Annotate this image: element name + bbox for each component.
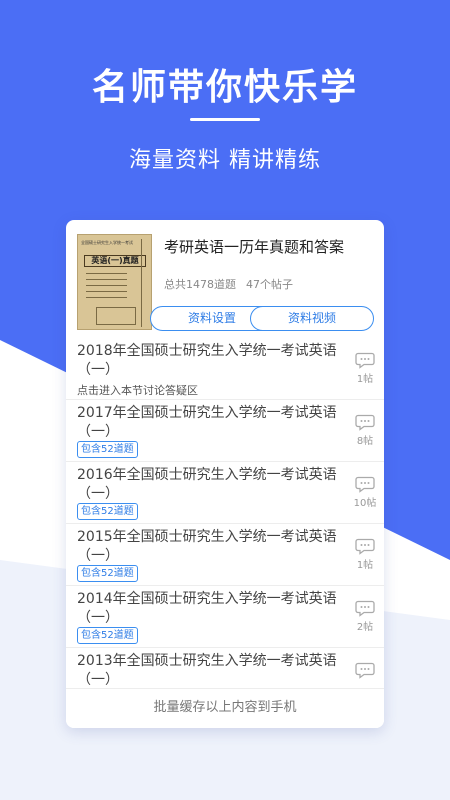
hero-divider [190, 118, 260, 121]
video-button[interactable]: 资料视频 [250, 306, 374, 331]
comment-button[interactable]: 1帖 [352, 538, 378, 571]
comment-icon [355, 352, 375, 369]
book-cover-lines [86, 273, 144, 303]
comment-icon [355, 476, 375, 493]
book-meta: 总共1478道题 47个帖子 [164, 276, 293, 292]
list-item[interactable]: 2016年全国硕士研究生入学统一考试英语（一） 包含52道题 10帖 [66, 462, 384, 524]
batch-cache-button[interactable]: 批量缓存以上内容到手机 [66, 688, 384, 728]
book-cover-top-text: 全国硕士研究生入学统一考试 [81, 240, 133, 245]
book-cover-title: 英语(一)真题 [84, 255, 146, 267]
comment-count: 8帖 [356, 436, 374, 447]
comment-icon [355, 600, 375, 617]
item-title: 2017年全国硕士研究生入学统一考试英语（一） [77, 405, 337, 440]
hero-subline: 海量资料 精讲精练 [129, 148, 321, 173]
list-item[interactable]: 2015年全国硕士研究生入学统一考试英语（一） 包含52道题 1帖 [66, 524, 384, 586]
book-title: 考研英语一历年真题和答案 [164, 238, 345, 256]
item-title: 2013年全国硕士研究生入学统一考试英语（一） [77, 653, 337, 688]
comment-icon [355, 538, 375, 555]
book-cover-spine [141, 239, 149, 327]
item-title: 2016年全国硕士研究生入学统一考试英语（一） [77, 467, 337, 502]
book-header: 全国硕士研究生入学统一考试 英语(一)真题 考研英语一历年真题和答案 总共147… [66, 220, 384, 338]
hero-headline: 名师带你快乐学 [91, 67, 358, 108]
item-hint[interactable]: 点击进入本节讨论答疑区 [77, 382, 198, 398]
comment-button[interactable] [352, 662, 378, 680]
content-card: 全国硕士研究生入学统一考试 英语(一)真题 考研英语一历年真题和答案 总共147… [66, 220, 384, 728]
comment-count: 1帖 [356, 560, 374, 571]
list-item[interactable]: 2014年全国硕士研究生入学统一考试英语（一） 包含52道题 2帖 [66, 586, 384, 648]
comment-count: 10帖 [353, 498, 377, 509]
item-title: 2015年全国硕士研究生入学统一考试英语（一） [77, 529, 337, 564]
item-title: 2014年全国硕士研究生入学统一考试英语（一） [77, 591, 337, 626]
comment-button[interactable]: 8帖 [352, 414, 378, 447]
question-count-tag: 包含52道题 [77, 627, 138, 644]
exam-list: 2018年全国硕士研究生入学统一考试英语（一） 点击进入本节讨论答疑区 1帖 2… [66, 338, 384, 710]
question-count-tag: 包含52道题 [77, 503, 138, 520]
comment-button[interactable]: 1帖 [352, 352, 378, 385]
book-cover-image[interactable]: 全国硕士研究生入学统一考试 英语(一)真题 [77, 234, 152, 330]
list-item[interactable]: 2018年全国硕士研究生入学统一考试英语（一） 点击进入本节讨论答疑区 1帖 [66, 338, 384, 400]
question-count-tag: 包含52道题 [77, 565, 138, 582]
comment-icon [355, 414, 375, 431]
comment-icon [355, 662, 375, 679]
comment-button[interactable]: 2帖 [352, 600, 378, 633]
book-cover-stamp [96, 307, 136, 325]
question-count-tag: 包含52道题 [77, 441, 138, 458]
comment-button[interactable]: 10帖 [352, 476, 378, 509]
comment-count: 2帖 [356, 622, 374, 633]
total-questions: 总共1478道题 [164, 278, 236, 291]
item-title: 2018年全国硕士研究生入学统一考试英语（一） [77, 343, 337, 378]
list-item[interactable]: 2017年全国硕士研究生入学统一考试英语（一） 包含52道题 8帖 [66, 400, 384, 462]
comment-count: 1帖 [356, 374, 374, 385]
post-count: 47个帖子 [246, 278, 293, 291]
